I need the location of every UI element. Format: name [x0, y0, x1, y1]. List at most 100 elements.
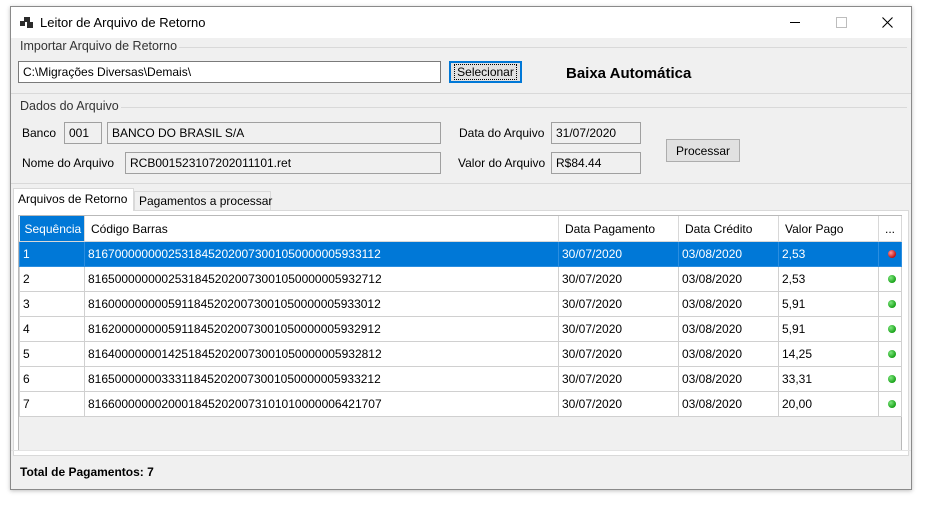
cell-sequencia[interactable]: 6 [19, 366, 85, 392]
select-file-button[interactable]: Selecionar [449, 61, 522, 83]
cell-codigo-barras[interactable]: 8165000000002531845202007300105000000593… [84, 266, 559, 292]
status-green-icon [888, 350, 896, 358]
table-row[interactable]: 2 816500000000253184520200730010500000059… [19, 266, 902, 292]
table-row[interactable]: 4 816200000000591184520200730010500000059… [19, 316, 902, 342]
minimize-button[interactable] [772, 7, 818, 38]
import-group-divider [179, 47, 907, 48]
total-payments-label: Total de Pagamentos: 7 [20, 465, 154, 479]
table-body: 1 816700000000253184520200730010500000059… [19, 241, 902, 417]
banco-code-field[interactable]: 001 [64, 122, 102, 144]
tab-arquivos-retorno-label: Arquivos de Retorno [18, 192, 128, 206]
cell-status[interactable] [878, 316, 902, 342]
cell-codigo-barras[interactable]: 8166000000020001845202007310101000000642… [84, 391, 559, 417]
column-header-status[interactable]: ... [878, 216, 902, 242]
data-arquivo-field[interactable]: 31/07/2020 [551, 122, 641, 144]
window-title: Leitor de Arquivo de Retorno [40, 15, 206, 30]
tab-arquivos-retorno[interactable]: Arquivos de Retorno [13, 188, 134, 211]
cell-sequencia[interactable]: 3 [19, 291, 85, 317]
cell-data-credito[interactable]: 03/08/2020 [678, 366, 779, 392]
process-button[interactable]: Processar [666, 139, 740, 162]
column-header-valor-pago[interactable]: Valor Pago [778, 216, 879, 242]
select-file-button-label: Selecionar [454, 64, 517, 80]
cell-sequencia[interactable]: 1 [19, 241, 85, 267]
import-group-label: Importar Arquivo de Retorno [20, 39, 178, 53]
nome-arquivo-field[interactable]: RCB001523107202011101.ret [125, 152, 441, 174]
cell-data-credito[interactable]: 03/08/2020 [678, 316, 779, 342]
cell-status[interactable] [878, 266, 902, 292]
table-row[interactable]: 3 816000000000591184520200730010500000059… [19, 291, 902, 317]
cell-data-pagamento[interactable]: 30/07/2020 [558, 291, 679, 317]
minimize-icon [790, 22, 800, 23]
cell-valor-pago[interactable]: 2,53 [778, 266, 879, 292]
payments-grid[interactable]: Sequência Código Barras Data Pagamento D… [18, 215, 902, 451]
column-header-data-credito[interactable]: Data Crédito [678, 216, 779, 242]
table-row[interactable]: 6 816500000003331184520200730010500000059… [19, 366, 902, 392]
cell-sequencia[interactable]: 2 [19, 266, 85, 292]
cell-valor-pago[interactable]: 20,00 [778, 391, 879, 417]
cell-sequencia[interactable]: 5 [19, 341, 85, 367]
cell-status[interactable] [878, 391, 902, 417]
data-arquivo-label: Data do Arquivo [459, 126, 545, 140]
cell-data-credito[interactable]: 03/08/2020 [678, 391, 779, 417]
cell-codigo-barras[interactable]: 8165000000033311845202007300105000000593… [84, 366, 559, 392]
file-group-divider [121, 107, 907, 108]
file-path-input[interactable]: C:\Migrações Diversas\Demais\ [18, 61, 441, 83]
table-row[interactable]: 1 816700000000253184520200730010500000059… [19, 241, 902, 267]
cell-data-pagamento[interactable]: 30/07/2020 [558, 316, 679, 342]
table-header-row: Sequência Código Barras Data Pagamento D… [19, 216, 902, 242]
column-header-data-pagamento[interactable]: Data Pagamento [558, 216, 679, 242]
cell-valor-pago[interactable]: 2,53 [778, 241, 879, 267]
app-icon [20, 16, 34, 28]
title-bar[interactable]: Leitor de Arquivo de Retorno [11, 7, 911, 38]
cell-codigo-barras[interactable]: 8160000000005911845202007300105000000593… [84, 291, 559, 317]
process-button-label: Processar [675, 143, 731, 158]
cell-data-credito[interactable]: 03/08/2020 [678, 266, 779, 292]
cell-data-pagamento[interactable]: 30/07/2020 [558, 241, 679, 267]
footer-divider [11, 450, 911, 451]
cell-status[interactable] [878, 291, 902, 317]
cell-sequencia[interactable]: 4 [19, 316, 85, 342]
cell-valor-pago[interactable]: 14,25 [778, 341, 879, 367]
status-green-icon [888, 325, 896, 333]
status-green-icon [888, 275, 896, 283]
cell-status[interactable] [878, 341, 902, 367]
banco-name-field[interactable]: BANCO DO BRASIL S/A [107, 122, 441, 144]
payments-table: Sequência Código Barras Data Pagamento D… [19, 216, 902, 417]
status-green-icon [888, 400, 896, 408]
table-row[interactable]: 7 816600000002000184520200731010100000064… [19, 391, 902, 417]
section-divider [11, 93, 911, 94]
maximize-button[interactable] [818, 7, 864, 38]
cell-data-pagamento[interactable]: 30/07/2020 [558, 266, 679, 292]
tab-pagamentos-processar[interactable]: Pagamentos a processar [134, 191, 272, 210]
status-red-icon [888, 250, 896, 258]
column-header-sequencia[interactable]: Sequência [19, 216, 85, 242]
main-window: Leitor de Arquivo de Retorno Importar Ar… [10, 6, 912, 490]
cell-data-credito[interactable]: 03/08/2020 [678, 341, 779, 367]
status-green-icon [888, 375, 896, 383]
nome-arquivo-label: Nome do Arquivo [22, 156, 115, 170]
cell-valor-pago[interactable]: 5,91 [778, 291, 879, 317]
column-header-codigo-barras[interactable]: Código Barras [84, 216, 559, 242]
cell-data-pagamento[interactable]: 30/07/2020 [558, 366, 679, 392]
cell-data-credito[interactable]: 03/08/2020 [678, 241, 779, 267]
cell-codigo-barras[interactable]: 8167000000002531845202007300105000000593… [84, 241, 559, 267]
status-green-icon [888, 300, 896, 308]
cell-data-pagamento[interactable]: 30/07/2020 [558, 391, 679, 417]
cell-data-pagamento[interactable]: 30/07/2020 [558, 341, 679, 367]
cell-valor-pago[interactable]: 33,31 [778, 366, 879, 392]
banco-label: Banco [22, 126, 57, 140]
close-button[interactable] [864, 7, 910, 38]
cell-codigo-barras[interactable]: 8162000000005911845202007300105000000593… [84, 316, 559, 342]
cell-status[interactable] [878, 366, 902, 392]
section-divider-2 [11, 183, 911, 184]
page-heading: Baixa Automática [566, 65, 692, 82]
valor-arquivo-field[interactable]: R$84.44 [551, 152, 641, 174]
cell-status[interactable] [878, 241, 902, 267]
file-group-label: Dados do Arquivo [20, 99, 119, 113]
table-row[interactable]: 5 816400000001425184520200730010500000059… [19, 341, 902, 367]
cell-valor-pago[interactable]: 5,91 [778, 316, 879, 342]
cell-data-credito[interactable]: 03/08/2020 [678, 291, 779, 317]
cell-codigo-barras[interactable]: 8164000000014251845202007300105000000593… [84, 341, 559, 367]
cell-sequencia[interactable]: 7 [19, 391, 85, 417]
close-icon [881, 17, 893, 28]
